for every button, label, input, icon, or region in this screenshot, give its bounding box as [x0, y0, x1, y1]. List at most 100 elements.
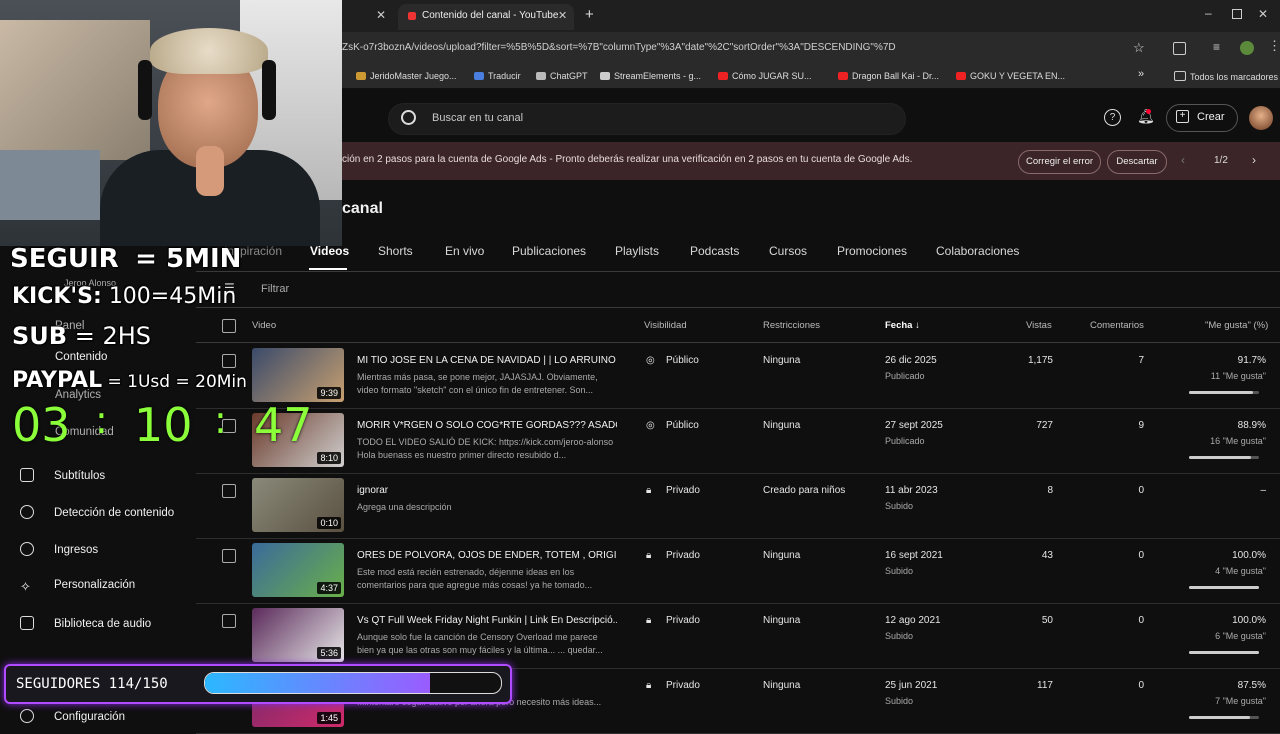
row-checkbox[interactable] [222, 484, 236, 498]
search-placeholder: Buscar en tu canal [432, 112, 524, 124]
tab-promociones[interactable]: Promociones [837, 244, 907, 258]
sidebar-item-personalizacion[interactable]: ✧ Personalización [20, 579, 135, 594]
avatar[interactable] [1249, 106, 1273, 130]
table-row[interactable]: 0:10 ignorar Agrega una descripción 🔒︎ Pr… [196, 473, 1280, 539]
minimize-icon[interactable]: – [1205, 6, 1212, 20]
new-tab-icon[interactable]: + [585, 6, 594, 23]
video-thumbnail[interactable]: 0:10 [252, 478, 344, 532]
video-title[interactable]: MI TÍO JOSE EN LA CENA DE NAVIDAD | | LO… [357, 355, 617, 366]
visibility-cell[interactable]: 🔒︎ Privado [646, 550, 700, 561]
address-bar: ZsK-o7r3boznA/videos/upload?filter=%5B%5… [342, 32, 1280, 66]
overlay-line-kicks: KICK'S: 100=45Min [12, 284, 237, 309]
media-icon[interactable]: ≡ [1213, 40, 1220, 54]
lock-icon: 🔒︎ [646, 550, 652, 561]
restriction-cell: Ninguna [763, 680, 801, 691]
video-title[interactable]: ORES DE PÓLVORA, OJOS DE ENDER, TOTEM , … [357, 550, 617, 561]
visibility-cell[interactable]: 🔒︎ Privado [646, 485, 700, 496]
header-views[interactable]: Vistas [1026, 320, 1052, 331]
tab-publicaciones[interactable]: Publicaciones [512, 244, 586, 258]
tab-colaboraciones[interactable]: Colaboraciones [936, 244, 1019, 258]
likes-count: 7 "Me gusta" [1215, 696, 1266, 706]
date-cell: 11 abr 2023 [885, 485, 938, 496]
chevron-right-icon[interactable]: » [1138, 68, 1144, 80]
select-all-checkbox[interactable] [222, 319, 236, 333]
all-bookmarks[interactable]: Todos los marcadores [1174, 71, 1278, 82]
bookmark-item[interactable]: Traducir [474, 71, 521, 81]
row-checkbox[interactable] [222, 549, 236, 563]
browser-tab[interactable]: Contenido del canal - YouTube ✕ [398, 4, 574, 30]
menu-dots-icon[interactable]: ⋮ [1268, 38, 1280, 54]
date-cell: 16 sept 2021 [885, 550, 943, 561]
close-icon[interactable]: ✕ [558, 9, 567, 22]
table-row[interactable]: 9:39 MI TÍO JOSE EN LA CENA DE NAVIDAD |… [196, 343, 1280, 409]
chevron-right-icon[interactable]: › [1252, 153, 1256, 167]
video-description: Mientras más pasa, se pone mejor, JAJASJ… [357, 372, 598, 395]
sidebar-item-biblioteca-audio[interactable]: Biblioteca de audio [20, 616, 151, 630]
channel-search[interactable]: Buscar en tu canal [388, 103, 906, 135]
extensions-icon[interactable] [1173, 42, 1186, 55]
video-title[interactable]: ignorar [357, 485, 617, 496]
visibility-cell[interactable]: ◎ Público [646, 420, 699, 431]
bookmark-item[interactable]: Dragon Ball Kai - Dr... [838, 71, 939, 81]
row-checkbox[interactable] [222, 614, 236, 628]
star-icon[interactable]: ☆ [1133, 40, 1145, 56]
video-duration: 0:10 [317, 517, 341, 529]
restore-icon[interactable] [1232, 9, 1242, 19]
tab-podcasts[interactable]: Podcasts [690, 244, 739, 258]
table-row[interactable]: 4:37 ORES DE PÓLVORA, OJOS DE ENDER, TOT… [196, 538, 1280, 604]
magic-wand-icon: ✧ [20, 579, 31, 594]
url-text[interactable]: ZsK-o7r3boznA/videos/upload?filter=%5B%5… [342, 42, 896, 53]
video-title[interactable]: MORIR V*RGEN O SOLO COG*RTE GORDAS??? AS… [357, 420, 617, 431]
bookmark-item[interactable]: Cómo JUGAR SU... [718, 71, 812, 81]
dismiss-button[interactable]: Descartar [1107, 150, 1167, 174]
table-row[interactable]: 8:10 MORIR V*RGEN O SOLO COG*RTE GORDAS?… [196, 408, 1280, 474]
table-row[interactable]: 5:36 Vs QT Full Week Friday Night Funkin… [196, 603, 1280, 669]
bookmark-item[interactable]: GOKU Y VEGETA EN... [956, 71, 1065, 81]
video-thumbnail[interactable]: 9:39 [252, 348, 344, 402]
window-close-icon[interactable]: ✕ [1258, 7, 1268, 21]
visibility-cell[interactable]: 🔒︎ Privado [646, 615, 700, 626]
chevron-left-icon[interactable]: ‹ [1181, 153, 1185, 167]
bookmark-item[interactable]: StreamElements - g... [600, 71, 701, 81]
views-cell: 1,175 [1027, 355, 1053, 366]
visibility-cell[interactable]: 🔒︎ Privado [646, 680, 700, 691]
video-title[interactable]: Vs QT Full Week Friday Night Funkin | Li… [357, 615, 617, 626]
date-cell: 25 jun 2021 [885, 680, 938, 691]
tab-shorts[interactable]: Shorts [378, 244, 413, 258]
lock-icon: 🔒︎ [646, 680, 652, 691]
header-restrictions[interactable]: Restricciones [763, 320, 820, 331]
help-icon[interactable]: ? [1104, 109, 1121, 126]
header-comments[interactable]: Comentarios [1090, 320, 1144, 331]
tab-en-vivo[interactable]: En vivo [445, 244, 484, 258]
create-label: Crear [1197, 111, 1225, 123]
close-tab-icon[interactable]: ✕ [376, 8, 386, 22]
bookmark-item[interactable]: ChatGPT [536, 71, 588, 81]
likes-ratio-bar [1189, 456, 1259, 459]
sidebar-item-subtitulos[interactable]: Subtítulos [20, 468, 105, 482]
followers-goal-bar: SEGUIDORES 114/150 [4, 664, 512, 704]
status-cell: Subido [885, 696, 914, 706]
sidebar-item-deteccion[interactable]: Detección de contenido [20, 505, 174, 519]
filter-input[interactable]: Filtrar [261, 283, 289, 295]
header-likes[interactable]: "Me gusta" (%) [1205, 320, 1268, 331]
tab-cursos[interactable]: Cursos [769, 244, 807, 258]
tab-videos[interactable]: Videos [310, 244, 349, 258]
tab-playlists[interactable]: Playlists [615, 244, 659, 258]
visibility-cell[interactable]: ◎ Público [646, 355, 699, 366]
background-furniture [0, 150, 100, 220]
sidebar-item-ingresos[interactable]: Ingresos [20, 542, 98, 556]
sidebar-item-contenido[interactable]: Contenido [55, 351, 107, 363]
row-checkbox[interactable] [222, 354, 236, 368]
video-description: TODO EL VIDEO SALIÓ DE KICK: https://kic… [357, 437, 614, 460]
header-visibility[interactable]: Visibilidad [644, 320, 687, 331]
fix-error-button[interactable]: Corregir el error [1018, 150, 1101, 174]
video-thumbnail[interactable]: 5:36 [252, 608, 344, 662]
profile-icon[interactable] [1240, 41, 1254, 55]
views-cell: 8 [1047, 485, 1053, 496]
bookmark-item[interactable]: JeridoMaster Juego... [356, 71, 457, 81]
create-button[interactable]: + Crear [1166, 104, 1238, 132]
sidebar-item-configuracion[interactable]: Configuración [20, 709, 125, 723]
views-cell: 117 [1037, 680, 1053, 691]
header-date[interactable]: Fecha ↓ [885, 320, 920, 331]
video-thumbnail[interactable]: 4:37 [252, 543, 344, 597]
